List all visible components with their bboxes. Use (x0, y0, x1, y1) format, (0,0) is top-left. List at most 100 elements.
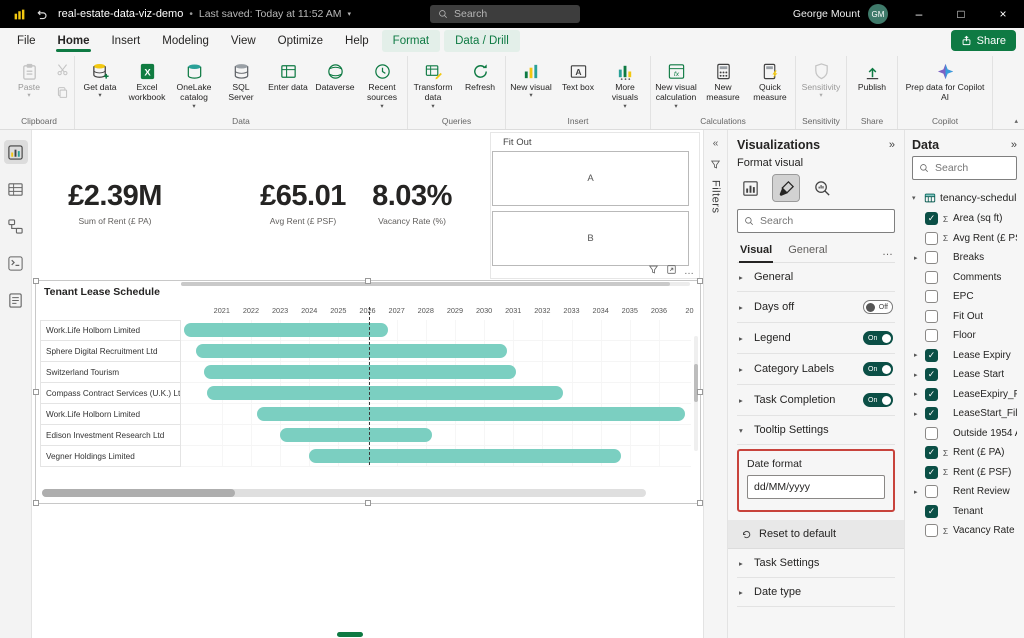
resize-handle[interactable] (697, 389, 703, 395)
collapse-pane-icon[interactable]: » (1011, 139, 1017, 151)
toggle-legend[interactable]: On (863, 331, 893, 345)
ribbon-collapse-icon[interactable]: ▴ (1014, 117, 1018, 125)
undo-icon[interactable] (30, 0, 52, 28)
field-checkbox[interactable]: ✓ (925, 466, 938, 479)
viz-search-input[interactable] (760, 215, 888, 227)
publish-button[interactable]: Publish (849, 58, 895, 95)
focus-mode-icon[interactable] (666, 264, 677, 278)
data-pane-search[interactable] (912, 156, 1017, 180)
gantt-top-scrollbar[interactable] (181, 282, 690, 286)
lease-bar[interactable] (257, 407, 685, 421)
reset-to-default-button[interactable]: Reset to default (728, 520, 904, 549)
more-visuals-button[interactable]: More visuals▾ (602, 58, 648, 113)
field-checkbox[interactable] (925, 232, 938, 245)
title-dropdown-icon[interactable]: ▾ (347, 10, 351, 18)
format-section-legend[interactable]: ▸LegendOn (737, 323, 895, 354)
field-checkbox[interactable]: ✓ (925, 368, 938, 381)
text-box-button[interactable]: AText box (555, 58, 601, 95)
minimize-button[interactable]: – (898, 0, 940, 28)
ribbon-tab-file[interactable]: File (6, 30, 47, 52)
filters-pane-collapsed[interactable]: « Filters (703, 130, 728, 638)
expand-chevron-icon[interactable]: ▸ (914, 488, 922, 496)
expand-chevron-icon[interactable]: ▸ (914, 254, 922, 262)
analytics-icon[interactable] (809, 175, 835, 201)
viz-tab-visual[interactable]: Visual (739, 241, 773, 262)
field-checkbox[interactable] (925, 427, 938, 440)
prep-data-for-copilot-ai-button[interactable]: Prep data for Copilot AI (900, 58, 990, 106)
format-section-general[interactable]: ▸General (737, 263, 895, 292)
sidebar-tmdl-view[interactable] (4, 288, 28, 312)
format-section-date-type[interactable]: ▸Date type (737, 578, 895, 607)
field-rent-pa[interactable]: ✓ΣRent (£ PA) (912, 443, 1017, 463)
sidebar-dax-query-view[interactable] (4, 251, 28, 275)
field-leaseexpiry-fill[interactable]: ▸✓LeaseExpiry_Fill... (912, 385, 1017, 405)
date-format-input[interactable] (747, 475, 885, 499)
ribbon-tab-optimize[interactable]: Optimize (267, 30, 334, 52)
transform-data-button[interactable]: Transform data▾ (410, 58, 456, 113)
toggle-category-labels[interactable]: On (863, 362, 893, 376)
field-epc[interactable]: EPC (912, 287, 1017, 307)
canvas-scrollbar-thumb[interactable] (337, 632, 363, 637)
data-search-input[interactable] (935, 162, 1010, 174)
ribbon-tab-format[interactable]: Format (382, 30, 440, 52)
refresh-button[interactable]: Refresh (457, 58, 503, 95)
resize-handle[interactable] (33, 500, 39, 506)
sidebar-model-view[interactable] (4, 214, 28, 238)
user-name[interactable]: George Mount (793, 8, 860, 20)
avatar[interactable]: GM (868, 4, 888, 24)
field-checkbox[interactable]: ✓ (925, 407, 938, 420)
resize-handle[interactable] (365, 278, 371, 284)
quick-measure-button[interactable]: Quick measure (747, 58, 793, 106)
field-checkbox[interactable]: ✓ (925, 388, 938, 401)
build-visual-icon[interactable] (737, 175, 763, 201)
more-tabs-icon[interactable]: … (882, 246, 893, 258)
new-measure-button[interactable]: New measure (700, 58, 746, 106)
expand-pane-icon[interactable]: « (713, 138, 719, 149)
titlebar-search[interactable]: Search (430, 5, 580, 23)
ribbon-tab-view[interactable]: View (220, 30, 267, 52)
field-checkbox[interactable]: ✓ (925, 349, 938, 362)
resize-handle[interactable] (33, 278, 39, 284)
field-outside-1954-act[interactable]: Outside 1954 Act (912, 424, 1017, 444)
expand-chevron-icon[interactable]: ▸ (914, 351, 922, 359)
recent-sources-button[interactable]: Recent sources▾ (359, 58, 405, 113)
share-button[interactable]: Share (951, 30, 1016, 51)
fit-out-visual[interactable]: Fit Out AB … (490, 132, 700, 279)
field-checkbox[interactable] (925, 329, 938, 342)
filter-funnel-icon[interactable] (648, 264, 659, 278)
field-breaks[interactable]: ▸Breaks (912, 248, 1017, 268)
sidebar-table-view[interactable] (4, 177, 28, 201)
lease-bar[interactable] (204, 365, 516, 379)
new-visual-button[interactable]: New visual▾ (508, 58, 554, 103)
ribbon-tab-modeling[interactable]: Modeling (151, 30, 220, 52)
sensitivity-button[interactable]: Sensitivity▾ (798, 58, 844, 103)
field-checkbox[interactable]: ✓ (925, 505, 938, 518)
gantt-horizontal-scrollbar[interactable] (42, 489, 646, 497)
field-checkbox[interactable] (925, 310, 938, 323)
lease-bar[interactable] (280, 428, 432, 442)
lease-bar[interactable] (207, 386, 563, 400)
gantt-visual[interactable]: Tenant Lease Schedule 202120222023202420… (35, 280, 701, 504)
field-avg-rent-psf[interactable]: ΣAvg Rent (£ PSF) (912, 229, 1017, 249)
field-area-sq-ft[interactable]: ✓ΣArea (sq ft) (912, 209, 1017, 229)
expand-chevron-icon[interactable]: ▸ (914, 371, 922, 379)
resize-handle[interactable] (697, 500, 703, 506)
chevron-down-icon[interactable]: ▾ (912, 194, 920, 202)
format-section-task-settings[interactable]: ▸Task Settings (737, 549, 895, 578)
field-leasestart-filled[interactable]: ▸✓LeaseStart_Filled (912, 404, 1017, 424)
get-data-button[interactable]: Get data▾ (77, 58, 123, 103)
field-checkbox[interactable] (925, 251, 938, 264)
sidebar-report-view[interactable] (4, 140, 28, 164)
format-section-days-off[interactable]: ▸Days offOff (737, 292, 895, 323)
field-lease-start[interactable]: ▸✓Lease Start (912, 365, 1017, 385)
excel-workbook-button[interactable]: XExcel workbook (124, 58, 170, 106)
field-checkbox[interactable] (925, 485, 938, 498)
report-canvas[interactable]: £2.39MSum of Rent (£ PA)£65.01Avg Rent (… (32, 130, 703, 638)
ribbon-tab-insert[interactable]: Insert (100, 30, 151, 52)
fit-out-bar-b[interactable]: B (492, 211, 689, 266)
paste-button[interactable]: Paste▾ (6, 58, 52, 103)
kpi-card-sum-of-rent-pa[interactable]: £2.39MSum of Rent (£ PA) (40, 180, 190, 226)
field-checkbox[interactable]: ✓ (925, 212, 938, 225)
format-visual-icon[interactable] (773, 175, 799, 201)
more-options-icon[interactable]: … (684, 266, 694, 277)
